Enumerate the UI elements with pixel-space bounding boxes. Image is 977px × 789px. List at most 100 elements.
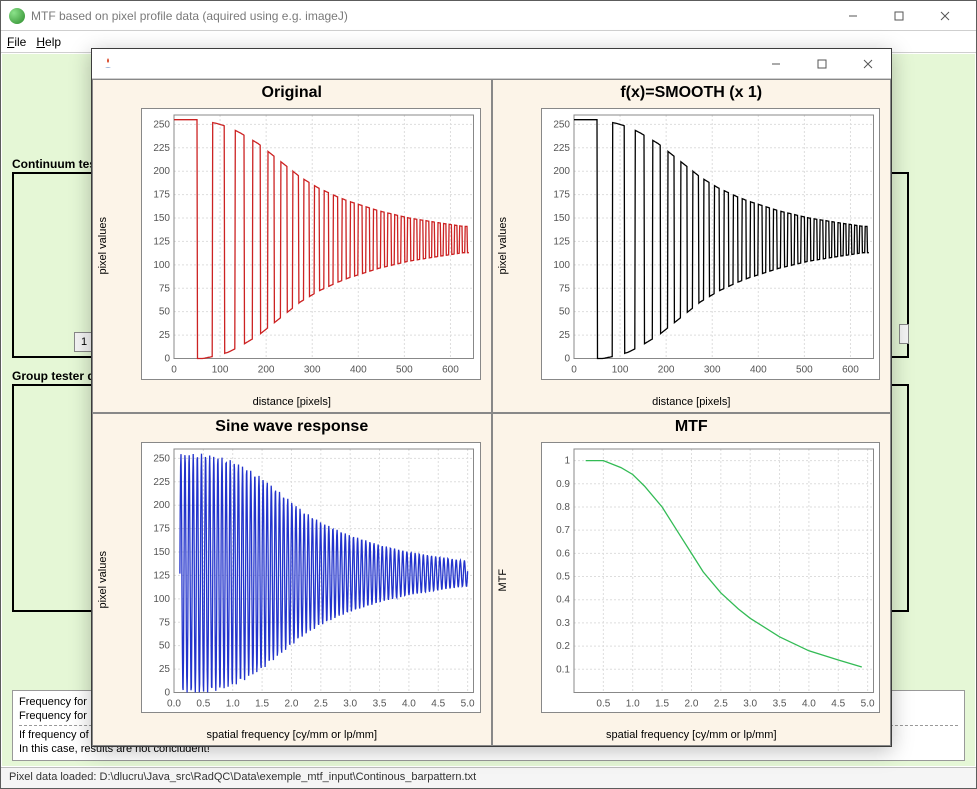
menu-help[interactable]: Help [36,35,61,49]
svg-text:1.5: 1.5 [255,698,269,709]
svg-text:4.5: 4.5 [431,698,445,709]
svg-text:25: 25 [558,330,570,341]
svg-text:500: 500 [396,365,413,376]
chart-sine-ylabel: pixel values [97,414,111,746]
svg-text:150: 150 [553,213,570,224]
chart-smooth-ylabel: pixel values [497,80,511,412]
svg-text:250: 250 [153,119,170,130]
svg-text:250: 250 [153,453,170,464]
svg-text:25: 25 [159,330,171,341]
svg-text:0.9: 0.9 [556,478,570,489]
chart-mtf-plot[interactable]: 0.51.01.52.02.53.03.54.04.55.00.10.20.30… [541,442,881,714]
svg-text:600: 600 [442,365,459,376]
svg-text:0.0: 0.0 [167,698,181,709]
svg-text:2.5: 2.5 [713,698,727,709]
svg-text:3.5: 3.5 [373,698,387,709]
chart-smooth-title: f(x)=SMOOTH (x 1) [493,84,891,102]
svg-text:175: 175 [153,523,170,534]
svg-text:3.5: 3.5 [772,698,786,709]
svg-text:1.5: 1.5 [655,698,669,709]
svg-text:200: 200 [153,500,170,511]
svg-text:2.0: 2.0 [284,698,298,709]
chart-smooth-plot[interactable]: 0100200300400500600025507510012515017520… [541,108,881,380]
svg-text:0.8: 0.8 [556,501,570,512]
svg-text:0: 0 [171,365,177,376]
chart-sine-plot[interactable]: 0.00.51.01.52.02.53.03.54.04.55.00255075… [141,442,481,714]
svg-text:4.0: 4.0 [801,698,815,709]
maximize-button[interactable] [876,1,922,31]
main-window-title: MTF based on pixel profile data (aquired… [31,9,830,23]
main-window-controls [830,1,968,31]
hidden-field-edge [899,324,909,344]
svg-text:50: 50 [159,640,171,651]
svg-text:300: 300 [703,365,720,376]
svg-text:200: 200 [657,365,674,376]
chart-original-ylabel: pixel values [97,80,111,412]
svg-text:0.1: 0.1 [556,664,570,675]
svg-text:0.5: 0.5 [596,698,610,709]
svg-text:400: 400 [350,365,367,376]
svg-text:3.0: 3.0 [343,698,357,709]
chart-original-plot[interactable]: 0100200300400500600025507510012515017520… [141,108,481,380]
svg-text:0: 0 [571,365,577,376]
svg-text:5.0: 5.0 [461,698,475,709]
main-title-bar: MTF based on pixel profile data (aquired… [1,1,976,31]
svg-text:0: 0 [564,354,570,365]
svg-text:4.0: 4.0 [402,698,416,709]
svg-text:0.3: 0.3 [556,617,570,628]
svg-text:225: 225 [153,476,170,487]
chart-original: Original pixel values 010020030040050060… [92,79,492,413]
svg-text:2.5: 2.5 [314,698,328,709]
svg-text:200: 200 [258,365,275,376]
svg-text:400: 400 [749,365,766,376]
svg-text:1: 1 [564,455,570,466]
svg-text:500: 500 [796,365,813,376]
chart-original-title: Original [93,84,491,102]
chart-title-bar [92,49,891,79]
svg-text:3.0: 3.0 [743,698,757,709]
chart-mtf-xlabel: spatial frequency [cy/mm or lp/mm] [493,729,891,741]
svg-text:1.0: 1.0 [226,698,240,709]
svg-text:150: 150 [153,547,170,558]
svg-text:300: 300 [304,365,321,376]
minimize-button[interactable] [830,1,876,31]
svg-text:125: 125 [153,236,170,247]
close-button[interactable] [922,1,968,31]
svg-text:0: 0 [164,354,170,365]
svg-text:50: 50 [558,307,570,318]
app-icon [9,8,25,24]
chart-smooth-xlabel: distance [pixels] [493,396,891,408]
svg-text:100: 100 [553,260,570,271]
chart-mtf-ylabel: MTF [497,414,511,746]
svg-text:250: 250 [553,119,570,130]
svg-text:25: 25 [159,664,171,675]
bg-label-group: Group tester d [12,369,95,383]
svg-text:1.0: 1.0 [625,698,639,709]
charts-grid: Original pixel values 010020030040050060… [92,79,891,746]
chart-original-xlabel: distance [pixels] [93,396,491,408]
chart-smooth: f(x)=SMOOTH (x 1) pixel values 0 100 200 30… [492,79,892,413]
svg-text:0.6: 0.6 [556,548,570,559]
menu-help-rest: elp [45,35,61,49]
svg-text:0.7: 0.7 [556,525,570,536]
menu-file-rest: ile [14,35,26,49]
chart-sine: Sine wave response pixel values 0.00.51.… [92,413,492,747]
svg-text:0.2: 0.2 [556,641,570,652]
popup-close-button[interactable] [845,49,891,79]
svg-text:100: 100 [611,365,628,376]
popup-maximize-button[interactable] [799,49,845,79]
menu-file[interactable]: File [7,35,26,49]
svg-text:100: 100 [212,365,229,376]
popup-minimize-button[interactable] [753,49,799,79]
svg-text:100: 100 [153,593,170,604]
svg-text:0.4: 0.4 [556,594,570,605]
svg-text:200: 200 [553,166,570,177]
chart-sine-xlabel: spatial frequency [cy/mm or lp/mm] [93,729,491,741]
svg-text:175: 175 [153,190,170,201]
chart-mtf-title: MTF [493,418,891,436]
svg-text:0: 0 [164,687,170,698]
popup-window-controls [753,49,891,79]
svg-text:50: 50 [159,307,171,318]
bg-label-continuum: Continuum tes [12,157,96,171]
svg-text:175: 175 [553,190,570,201]
